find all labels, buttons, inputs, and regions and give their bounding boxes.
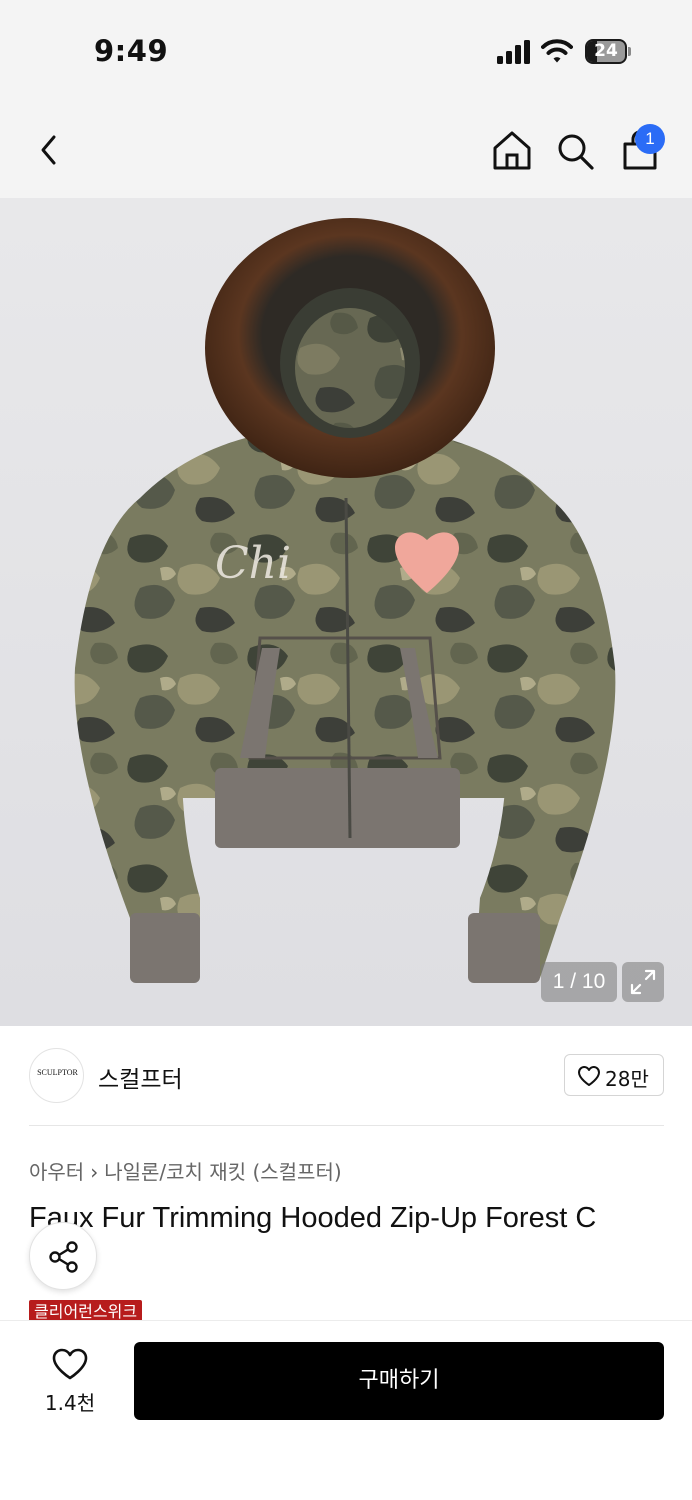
brand-like-count: 28만	[605, 1067, 649, 1091]
bottom-action-bar: 1.4천 구매하기	[0, 1320, 692, 1500]
home-icon[interactable]	[490, 128, 534, 172]
brand-like-button[interactable]: 28만	[564, 1054, 664, 1096]
cart-count-badge[interactable]: 1	[635, 124, 665, 154]
back-icon[interactable]	[34, 132, 66, 168]
share-button[interactable]	[29, 1222, 97, 1290]
status-time: 9:49	[94, 34, 169, 68]
top-area: 9:49 24 1	[0, 0, 692, 198]
breadcrumb-item-outer[interactable]: 아우터	[29, 1156, 84, 1185]
image-counter: 1 / 10	[541, 962, 617, 1002]
product-title: Faux Fur Trimming Hooded Zip-Up Forest C	[29, 1202, 597, 1234]
expand-button[interactable]	[622, 962, 664, 1002]
battery-level: 24	[594, 41, 618, 61]
buy-button[interactable]: 구매하기	[134, 1342, 664, 1420]
battery-tip	[628, 47, 631, 56]
brand-logo-text: SCULPTOR	[37, 1068, 78, 1077]
share-icon	[49, 1241, 78, 1273]
status-bar: 9:49 24	[0, 0, 692, 100]
wish-count: 1.4천	[44, 1391, 96, 1415]
nav-bar	[0, 110, 692, 190]
battery-icon: 24	[585, 39, 631, 64]
breadcrumb-item-category[interactable]: 나일론/코치 재킷 (스컬프터)	[104, 1156, 341, 1185]
brand-row: SCULPTOR 스컬프터 28만	[0, 1026, 692, 1126]
brand-name[interactable]: 스컬프터	[98, 1060, 183, 1094]
heart-outline-icon[interactable]	[51, 1347, 89, 1381]
heart-outline-icon	[578, 1066, 600, 1086]
jacket-print-text: Chi	[215, 538, 291, 589]
expand-icon	[630, 969, 656, 995]
camo-fur-hooded-jacket-image: Chi	[74, 218, 616, 983]
wifi-icon	[541, 39, 573, 63]
chevron-right-icon: ›	[90, 1160, 99, 1184]
cellular-signal-icon	[497, 40, 530, 64]
product-image[interactable]: Chi	[0, 198, 692, 1026]
search-icon[interactable]	[554, 130, 596, 172]
brand-logo[interactable]: SCULPTOR	[29, 1048, 84, 1103]
divider	[29, 1125, 664, 1126]
breadcrumb: 아우터 › 나일론/코치 재킷 (스컬프터)	[29, 1156, 342, 1185]
